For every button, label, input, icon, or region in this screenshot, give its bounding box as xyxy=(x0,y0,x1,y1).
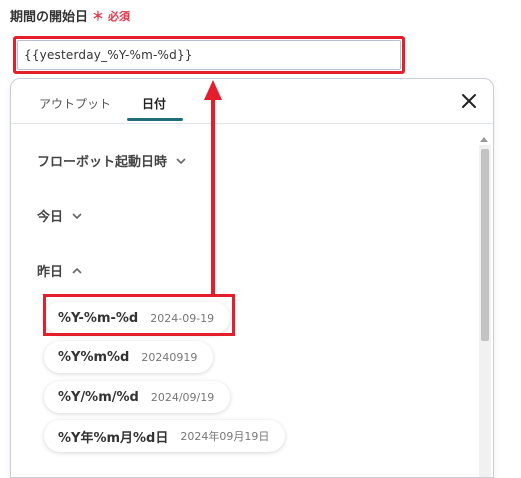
date-format-option[interactable]: %Y-%m-%d 2024-09-19 xyxy=(44,302,231,334)
start-date-input[interactable]: {{yesterday_%Y-%m-%d}} xyxy=(13,36,405,74)
chevron-down-icon xyxy=(72,212,82,219)
active-tab-indicator xyxy=(127,118,183,121)
option-example: 20240919 xyxy=(141,350,198,364)
chevron-up-icon xyxy=(72,267,82,274)
close-icon[interactable] xyxy=(459,91,479,111)
option-example: 2024/09/19 xyxy=(150,390,215,404)
required-mark: ＊ xyxy=(92,9,105,23)
field-label: 期間の開始日 ＊ 必須 xyxy=(10,6,130,25)
option-format: %Y%m%d xyxy=(58,349,130,365)
date-format-option[interactable]: %Y%m%d 20240919 xyxy=(44,341,214,373)
required-text: 必須 xyxy=(108,9,131,23)
option-format: %Y/%m/%d xyxy=(58,389,139,405)
date-format-option[interactable]: %Y年%m月%d日 2024年09月19日 xyxy=(44,420,286,452)
option-format: %Y-%m-%d xyxy=(58,310,139,326)
scrollbar-thumb[interactable] xyxy=(481,149,489,341)
section-label: 今日 xyxy=(37,210,64,225)
section-label: 昨日 xyxy=(37,265,64,280)
date-format-option[interactable]: %Y/%m/%d 2024/09/19 xyxy=(44,381,231,413)
field-label-text: 期間の開始日 xyxy=(10,10,89,25)
section-today[interactable]: 今日 xyxy=(37,206,83,225)
option-format: %Y年%m月%d日 xyxy=(58,430,169,446)
option-example: 2024年09月19日 xyxy=(180,430,270,443)
scroll-up-arrow[interactable] xyxy=(480,137,488,142)
chevron-down-icon xyxy=(176,157,186,164)
option-example: 2024-09-19 xyxy=(150,311,215,325)
section-flowbot-start[interactable]: フローボット起動日時 xyxy=(37,151,187,170)
tab-date[interactable]: 日付 xyxy=(142,95,166,112)
tab-output[interactable]: アウトプット xyxy=(39,95,111,112)
input-value: {{yesterday_%Y-%m-%d}} xyxy=(24,48,193,62)
section-label: フローボット起動日時 xyxy=(37,155,168,170)
value-picker-popup: アウトプット 日付 フローボット起動日時 今日 昨日 %Y-%m-%d 2024… xyxy=(10,78,494,478)
tab-bar: アウトプット 日付 xyxy=(11,79,493,124)
section-yesterday[interactable]: 昨日 xyxy=(37,261,83,280)
